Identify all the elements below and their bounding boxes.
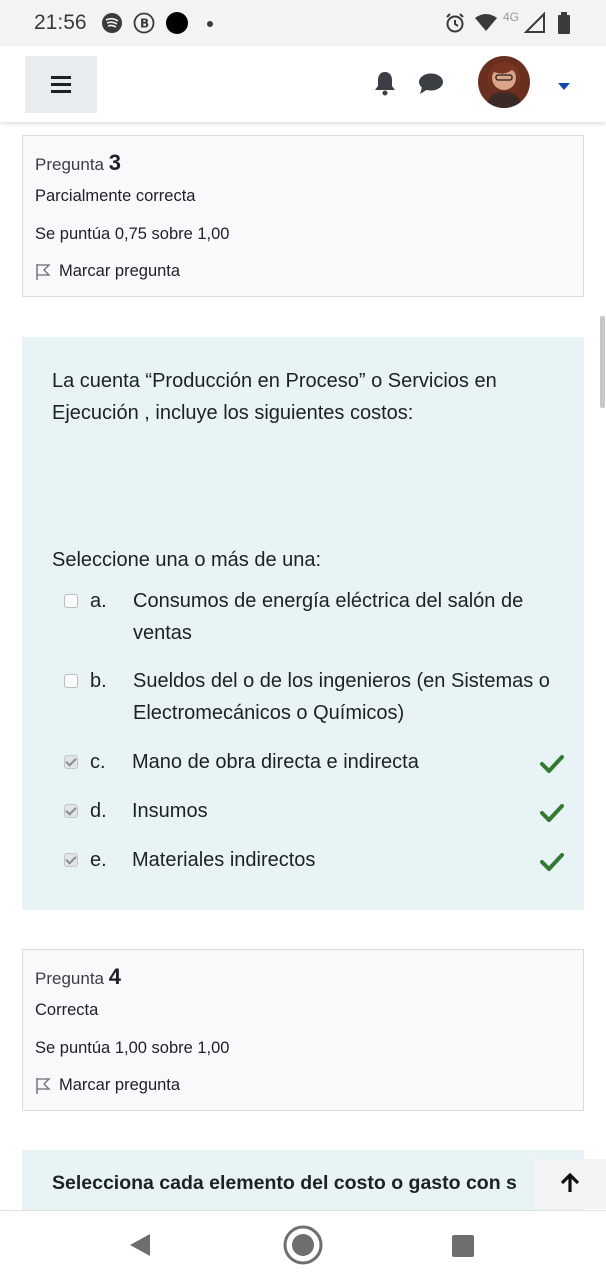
chat-icon[interactable] [418,72,444,101]
question-number-value: 4 [108,964,121,989]
answer-option-c[interactable]: c. Mano de obra directa e indirecta [62,746,564,778]
answer-text: Materiales indirectos [132,849,316,871]
flag-icon [36,1077,51,1094]
flag-question-link[interactable]: Marcar pregunta [35,1076,180,1095]
home-nav-icon[interactable] [282,1224,324,1271]
answer-prompt: Seleccione una o más de una: [52,549,322,571]
correct-check-icon [540,751,564,783]
answer-text: Mano de obra directa e indirecta [132,751,419,773]
dot-icon [166,12,188,34]
scrollbar[interactable] [600,316,605,408]
bell-icon[interactable] [373,70,397,101]
back-to-top-button[interactable] [534,1159,606,1209]
spotify-icon [101,12,123,34]
question-3-info: Pregunta 3 Parcialmente correcta Se punt… [22,135,584,297]
answer-checkbox[interactable] [64,594,78,608]
flag-label: Marcar pregunta [59,262,181,280]
caret-down-icon[interactable] [558,78,570,96]
question-4-info: Pregunta 4 Correcta Se puntúa 1,00 sobre… [22,949,584,1111]
question-number-value: 3 [108,150,121,175]
alarm-icon [444,12,466,34]
answer-letter: a. [90,590,107,612]
answer-letter: c. [90,751,106,773]
recents-nav-icon[interactable] [452,1235,474,1262]
question-label: Pregunta [35,969,104,988]
system-nav-bar [0,1210,606,1281]
status-bar: 21:56 B 4G [0,0,606,46]
question-number: Pregunta 4 [35,964,121,990]
answer-option-d[interactable]: d. Insumos [62,795,564,827]
flag-label: Marcar pregunta [59,1076,181,1094]
correct-check-icon [540,800,564,832]
question-4-content: Selecciona cada elemento del costo o gas… [22,1150,584,1210]
back-nav-icon[interactable] [128,1233,152,1262]
answer-checkbox[interactable] [64,853,78,867]
b-badge-icon: B [133,12,155,34]
signal-icon [523,11,546,34]
answer-option-a[interactable]: a. Consumos de energía eléctrica del sal… [62,585,562,649]
flag-question-link[interactable]: Marcar pregunta [35,262,180,281]
correct-check-icon [540,849,564,881]
avatar[interactable] [478,56,530,108]
question-grade: Se puntúa 1,00 sobre 1,00 [35,1039,230,1057]
question-3-content: La cuenta “Producción en Proceso” o Serv… [22,337,584,910]
network-type: 4G [503,10,520,24]
answer-letter: d. [90,800,107,822]
answer-option-e[interactable]: e. Materiales indirectos [62,844,564,876]
question-text: Selecciona cada elemento del costo o gas… [52,1172,517,1194]
answer-text: Sueldos del o de los ingenieros (en Sist… [133,670,550,724]
top-navbar [0,46,606,122]
question-number: Pregunta 3 [35,150,121,176]
menu-button[interactable] [25,56,97,113]
answer-text: Consumos de energía eléctrica del salón … [133,590,524,644]
question-state: Parcialmente correcta [35,187,196,205]
answer-checkbox[interactable] [64,755,78,769]
answer-checkbox[interactable] [64,804,78,818]
answer-text: Insumos [132,800,208,822]
answer-checkbox[interactable] [64,674,78,688]
question-label: Pregunta [35,155,104,174]
answer-letter: b. [90,670,107,692]
wifi-icon [474,12,498,34]
hamburger-icon [51,76,71,93]
question-grade: Se puntúa 0,75 sobre 1,00 [35,225,230,243]
dot-small-icon [202,12,224,34]
question-state: Correcta [35,1001,99,1019]
flag-icon [36,263,51,280]
arrow-up-icon [560,1172,580,1192]
question-text: La cuenta “Producción en Proceso” o Serv… [52,370,497,424]
answer-option-b[interactable]: b. Sueldos del o de los ingenieros (en S… [62,665,562,729]
status-time: 21:56 [34,11,87,34]
battery-icon [556,12,578,34]
answer-letter: e. [90,849,107,871]
svg-text:B: B [140,17,149,31]
